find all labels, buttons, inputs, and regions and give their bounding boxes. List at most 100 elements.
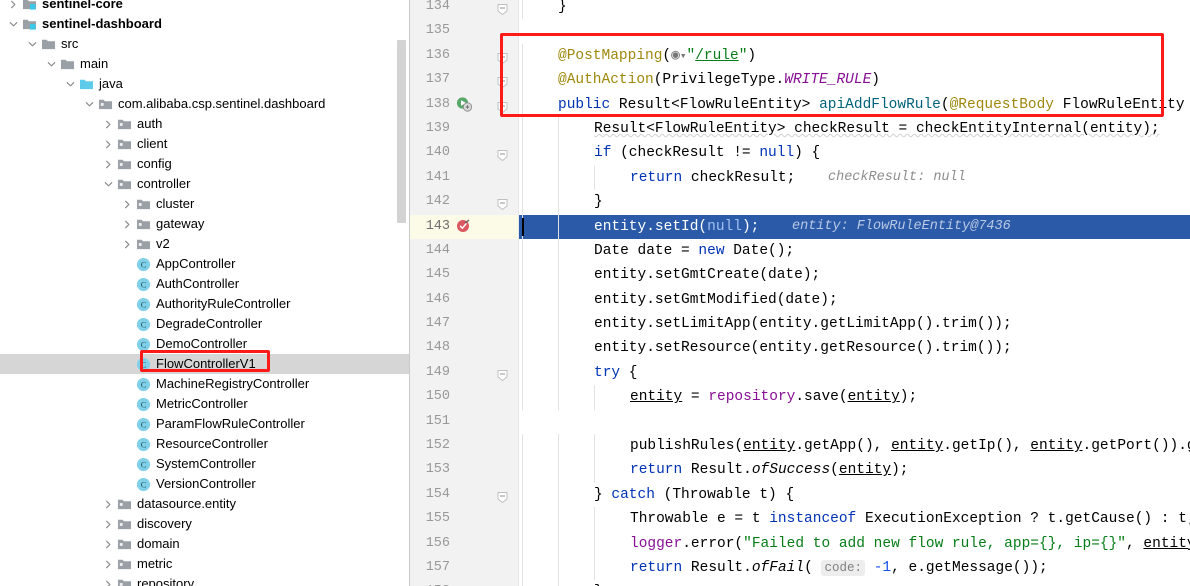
editor-line-155[interactable]: 155 Throwable e = t instanceof ExecutionE… — [410, 507, 1190, 532]
editor-line-141[interactable]: 141 return checkResult; checkResult: null — [410, 165, 1190, 191]
chevron-right-icon[interactable] — [103, 119, 114, 130]
editor-line-142[interactable]: 142} — [410, 190, 1190, 215]
tree-vertical-scrollbar-track[interactable] — [397, 0, 408, 586]
tree-item-metriccontroller[interactable]: C MetricController — [0, 394, 410, 414]
tree-item-repository[interactable]: repository — [0, 574, 410, 586]
breakpoint-verified-icon[interactable] — [456, 218, 472, 234]
editor-line-135[interactable]: 135 — [410, 19, 1190, 44]
code-fold-toggle[interactable] — [496, 196, 509, 211]
tree-item-versioncontroller[interactable]: C VersionController — [0, 474, 410, 494]
code-line-text: try { — [594, 364, 638, 381]
chevron-right-icon[interactable] — [103, 579, 114, 586]
code-editor[interactable]: 134} 135 136 @PostMapping(◉▾"/rule") 137 @Aut… — [410, 0, 1190, 586]
tree-item-config[interactable]: config — [0, 154, 410, 174]
tree-vertical-scrollbar-thumb[interactable] — [397, 40, 406, 223]
editor-line-154[interactable]: 154} catch (Throwable t) { — [410, 482, 1190, 508]
tree-item-main[interactable]: main — [0, 54, 410, 74]
code-fold-toggle[interactable] — [496, 147, 509, 162]
chevron-right-icon[interactable] — [8, 0, 19, 10]
gutter-divider — [518, 165, 519, 191]
chevron-down-icon[interactable] — [46, 59, 57, 70]
tree-item-src[interactable]: src — [0, 34, 410, 54]
tree-item-gateway[interactable]: gateway — [0, 214, 410, 234]
tree-item-democontroller[interactable]: C DemoController — [0, 334, 410, 354]
editor-line-144[interactable]: 144 Date date = new Date(); — [410, 238, 1190, 264]
tree-item-machineregistrycontroller[interactable]: C MachineRegistryController — [0, 374, 410, 394]
tree-item-systemcontroller[interactable]: C SystemController — [0, 454, 410, 474]
project-tree-panel[interactable]: sentinel-core sentinel-dashboard src main ja… — [0, 0, 410, 586]
indent-guide — [558, 385, 559, 410]
tree-item-paramflowrulecontroller[interactable]: C ParamFlowRuleController — [0, 414, 410, 434]
editor-line-140[interactable]: 140 if (checkResult != null) { — [410, 141, 1190, 166]
code-line-text: entity.setGmtModified(date); — [594, 291, 838, 308]
code-fold-toggle[interactable] — [496, 99, 509, 113]
chevron-down-icon[interactable] — [8, 19, 19, 30]
chevron-down-icon[interactable] — [65, 79, 76, 90]
tree-item-degradecontroller[interactable]: C DegradeController — [0, 314, 410, 334]
editor-line-143[interactable]: 143 entity.setId(null); entity: FlowRuleEn… — [410, 214, 1190, 239]
editor-line-146[interactable]: 146 entity.setGmtModified(date); — [410, 287, 1190, 313]
tree-item-client[interactable]: client — [0, 134, 410, 154]
editor-line-145[interactable]: 145 entity.setGmtCreate(date); — [410, 263, 1190, 288]
tree-item-datasource-entity[interactable]: datasource.entity — [0, 494, 410, 514]
tree-item-authcontroller[interactable]: C AuthController — [0, 274, 410, 294]
tree-item-domain[interactable]: domain — [0, 534, 410, 554]
editor-line-147[interactable]: 147 entity.setLimitApp(entity.getLimitApp… — [410, 312, 1190, 337]
editor-line-137[interactable]: 137 @AuthAction(PrivilegeType.WRITE_RULE) — [410, 68, 1190, 93]
tree-item-metric[interactable]: metric — [0, 554, 410, 574]
chevron-right-icon[interactable] — [122, 199, 133, 210]
tree-item-resourcecontroller[interactable]: C ResourceController — [0, 434, 410, 454]
chevron-right-icon[interactable] — [103, 539, 114, 550]
editor-line-149[interactable]: 149 try { — [410, 360, 1190, 386]
tree-item-v2[interactable]: v2 — [0, 234, 410, 254]
code-fold-toggle[interactable] — [496, 489, 509, 503]
chevron-right-icon[interactable] — [122, 219, 133, 230]
inline-value-hint: entity: FlowRuleEntity@7436 — [792, 218, 1011, 234]
chevron-right-icon[interactable] — [103, 499, 114, 510]
editor-line-139[interactable]: 139 Result<FlowRuleEntity> checkResult = … — [410, 116, 1190, 142]
tree-item-auth[interactable]: auth — [0, 114, 410, 134]
editor-line-151[interactable]: 151 — [410, 409, 1190, 435]
tree-item-discovery[interactable]: discovery — [0, 514, 410, 534]
editor-line-134[interactable]: 134} — [410, 0, 1190, 20]
editor-line-153[interactable]: 153 return Result.ofSuccess(entity); — [410, 458, 1190, 483]
editor-line-157[interactable]: 157 return Result.ofFail( code: -1, e.get… — [410, 555, 1190, 581]
editor-line-158[interactable]: 158} — [410, 580, 1190, 586]
tree-item-authorityrulecontroller[interactable]: C AuthorityRuleController — [0, 294, 410, 314]
code-fold-toggle[interactable] — [496, 1, 509, 16]
chevron-right-icon[interactable] — [122, 239, 133, 250]
code-fold-toggle[interactable] — [496, 74, 509, 89]
editor-line-148[interactable]: 148 entity.setResource(entity.getResource… — [410, 336, 1190, 361]
code-fold-toggle[interactable] — [496, 367, 509, 381]
tree-item-label: gateway — [156, 216, 205, 231]
chevron-down-icon[interactable] — [84, 99, 95, 110]
chevron-right-icon[interactable] — [103, 559, 114, 570]
editor-line-150[interactable]: 150 entity = repository.save(entity); — [410, 385, 1190, 410]
gutter-divider — [518, 507, 519, 532]
editor-line-136[interactable]: 136 @PostMapping(◉▾"/rule") — [410, 43, 1190, 69]
tree-item-sentinel-core[interactable]: sentinel-core — [0, 0, 410, 14]
gutter-divider — [518, 141, 519, 166]
chevron-right-icon[interactable] — [103, 139, 114, 150]
editor-line-156[interactable]: 156 logger.error("Failed to add new flow … — [410, 531, 1190, 556]
fold-column — [496, 532, 512, 556]
chevron-right-icon[interactable] — [103, 159, 114, 170]
tree-item-controller[interactable]: controller — [0, 174, 410, 194]
tree-item-sentinel-dashboard[interactable]: sentinel-dashboard — [0, 14, 410, 34]
tree-item-com-alibaba-csp-sentinel-dashboard[interactable]: com.alibaba.csp.sentinel.dashboard — [0, 94, 410, 114]
tree-item-label: datasource.entity — [137, 496, 237, 511]
tree-item-flowcontrollerv1[interactable]: C FlowControllerV1 — [0, 354, 410, 374]
code-fold-toggle[interactable] — [496, 50, 509, 64]
editor-line-152[interactable]: 152 publishRules(entity.getApp(), entity.… — [410, 434, 1190, 459]
package-icon — [117, 537, 132, 551]
tree-item-appcontroller[interactable]: C AppController — [0, 254, 410, 274]
tree-item-cluster[interactable]: cluster — [0, 194, 410, 214]
chevron-down-icon[interactable] — [27, 39, 38, 50]
chevron-right-icon[interactable] — [103, 519, 114, 530]
chevron-down-icon[interactable] — [103, 179, 114, 190]
editor-line-138[interactable]: 138 public Result<FlowRuleEntity> apiAddF… — [410, 92, 1190, 117]
indent-guide — [558, 555, 559, 581]
run-method-gutter-icon[interactable] — [456, 96, 473, 112]
indent-guide — [522, 580, 523, 586]
tree-item-java[interactable]: java — [0, 74, 410, 94]
